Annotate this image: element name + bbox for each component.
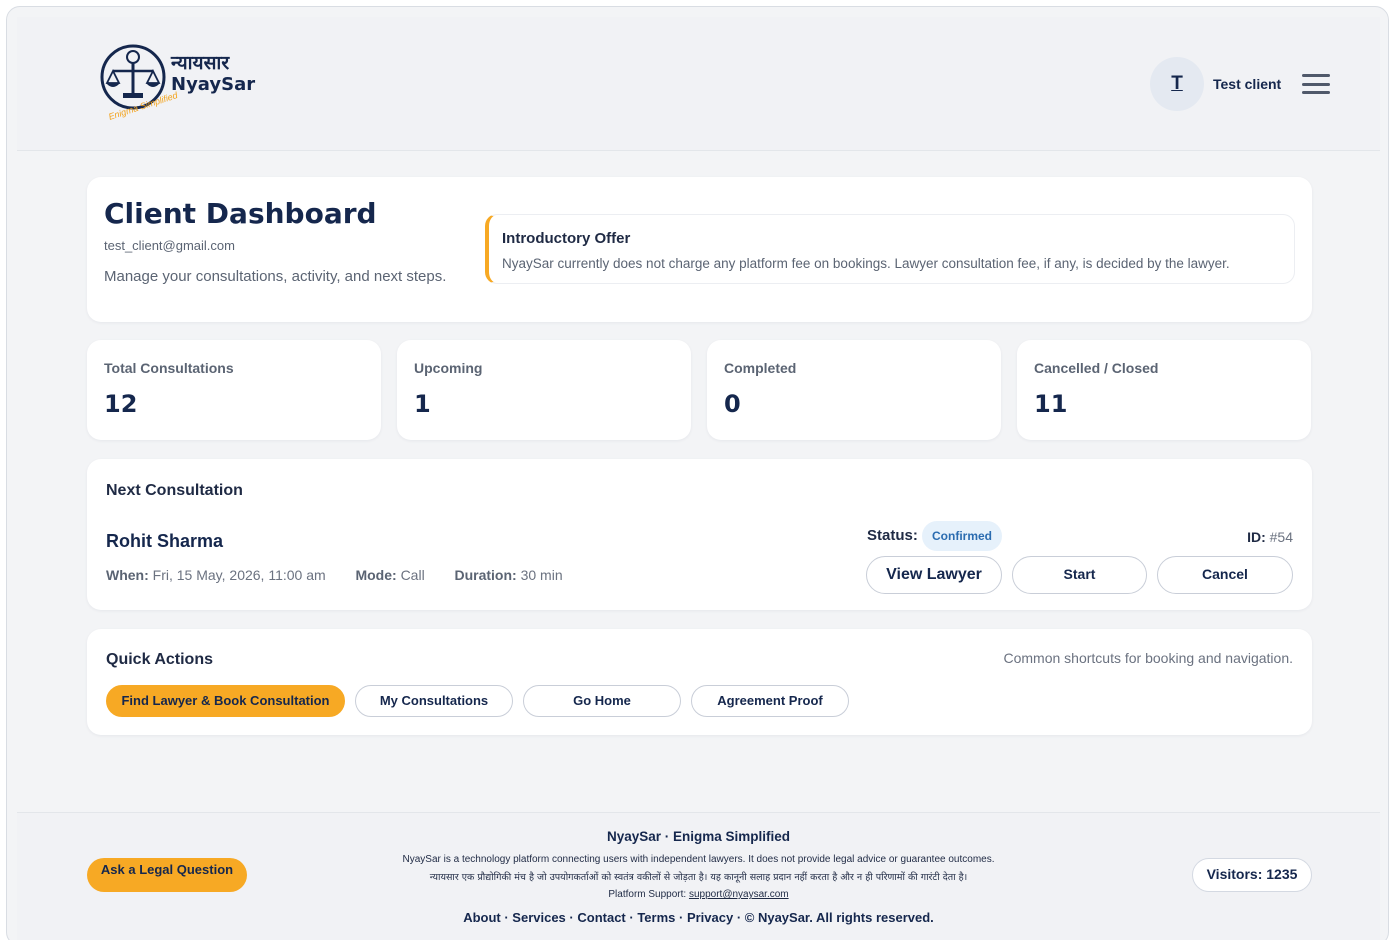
duration-value: 30 min bbox=[520, 567, 563, 583]
footer-link-about[interactable]: About bbox=[463, 910, 501, 925]
next-consultation-card: Next Consultation Rohit Sharma When: Fri… bbox=[87, 459, 1312, 610]
app-frame: न्यायसार NyaySar Enigma Simplified T Tes… bbox=[6, 6, 1389, 940]
when-label: When: bbox=[106, 567, 149, 583]
quick-actions-card: Quick Actions Common shortcuts for booki… bbox=[87, 629, 1312, 735]
section-title: Quick Actions bbox=[106, 651, 213, 668]
support-label: Platform Support: bbox=[608, 889, 687, 900]
visitor-count-badge: Visitors: 1235 bbox=[1192, 858, 1312, 892]
mode-value: Call bbox=[400, 567, 425, 583]
consultation-id: ID: #54 bbox=[1247, 529, 1293, 545]
user-email: test_client@gmail.com bbox=[104, 238, 235, 253]
user-avatar[interactable]: T bbox=[1150, 57, 1204, 111]
my-consultations-button[interactable]: My Consultations bbox=[355, 685, 513, 717]
stat-card-completed: Completed 0 bbox=[707, 340, 1001, 440]
brand-logo[interactable]: न्यायसार NyaySar Enigma Simplified bbox=[97, 41, 257, 131]
consultation-meta: When: Fri, 15 May, 2026, 11:00 am Mode: … bbox=[106, 567, 563, 583]
footer-link-privacy[interactable]: Privacy bbox=[687, 910, 733, 925]
footer-title: NyaySar · Enigma Simplified bbox=[606, 829, 791, 844]
stat-card-total: Total Consultations 12 bbox=[87, 340, 381, 440]
stat-value: 11 bbox=[1034, 390, 1068, 418]
lawyer-name: Rohit Sharma bbox=[106, 531, 224, 551]
id-label: ID: bbox=[1247, 529, 1266, 545]
footer-link-contact[interactable]: Contact bbox=[577, 910, 625, 925]
copyright: © NyaySar. All rights reserved. bbox=[744, 910, 934, 925]
offer-title: Introductory Offer bbox=[502, 230, 631, 247]
go-home-button[interactable]: Go Home bbox=[523, 685, 681, 717]
status-badge: Confirmed bbox=[922, 521, 1002, 551]
page-subtitle: Manage your consultations, activity, and… bbox=[104, 268, 447, 285]
page-title: Client Dashboard bbox=[104, 197, 377, 230]
stat-value: 1 bbox=[414, 390, 431, 418]
offer-text: NyaySar currently does not charge any pl… bbox=[502, 256, 1230, 271]
footer-link-terms[interactable]: Terms bbox=[637, 910, 675, 925]
stat-label: Cancelled / Closed bbox=[1034, 360, 1159, 376]
stat-value: 0 bbox=[724, 390, 741, 418]
stat-card-upcoming: Upcoming 1 bbox=[397, 340, 691, 440]
cancel-button[interactable]: Cancel bbox=[1157, 556, 1293, 594]
quick-actions-hint: Common shortcuts for booking and navigat… bbox=[1003, 650, 1294, 666]
brand-name-hindi: न्यायसार bbox=[171, 52, 230, 74]
section-title: Next Consultation bbox=[106, 482, 243, 499]
start-button[interactable]: Start bbox=[1012, 556, 1147, 594]
footer-link-services[interactable]: Services bbox=[512, 910, 566, 925]
dashboard-header-card: Client Dashboard test_client@gmail.com M… bbox=[87, 177, 1312, 322]
stat-label: Total Consultations bbox=[104, 360, 234, 376]
stat-label: Upcoming bbox=[414, 360, 483, 376]
user-name[interactable]: Test client bbox=[1213, 76, 1281, 92]
hamburger-menu-icon[interactable] bbox=[1302, 74, 1330, 94]
mode-label: Mode: bbox=[355, 567, 397, 583]
footer-links: About · Services · Contact · Terms · Pri… bbox=[463, 910, 934, 925]
when-value: Fri, 15 May, 2026, 11:00 am bbox=[152, 567, 326, 583]
introductory-offer-banner: Introductory Offer NyaySar currently doe… bbox=[485, 214, 1295, 284]
stat-value: 12 bbox=[104, 390, 138, 418]
brand-name: NyaySar bbox=[171, 74, 256, 95]
footer-disclaimer-hindi: न्यायसार एक प्रौद्योगिकी मंच है जो उपयोग… bbox=[429, 872, 968, 883]
view-lawyer-button[interactable]: View Lawyer bbox=[866, 556, 1002, 594]
footer-support: Platform Support: support@nyaysar.com bbox=[17, 889, 1380, 900]
agreement-proof-button[interactable]: Agreement Proof bbox=[691, 685, 849, 717]
support-email-link[interactable]: support@nyaysar.com bbox=[689, 889, 789, 900]
status-label: Status: bbox=[867, 527, 918, 544]
id-value: #54 bbox=[1269, 529, 1293, 545]
find-lawyer-button[interactable]: Find Lawyer & Book Consultation bbox=[106, 685, 345, 717]
stat-card-cancelled: Cancelled / Closed 11 bbox=[1017, 340, 1311, 440]
duration-label: Duration: bbox=[454, 567, 517, 583]
footer-disclaimer-english: NyaySar is a technology platform connect… bbox=[402, 854, 995, 865]
stat-label: Completed bbox=[724, 360, 797, 376]
top-navbar: न्यायसार NyaySar Enigma Simplified T Tes… bbox=[17, 17, 1380, 151]
footer: Ask a Legal Question NyaySar · Enigma Si… bbox=[17, 812, 1380, 940]
